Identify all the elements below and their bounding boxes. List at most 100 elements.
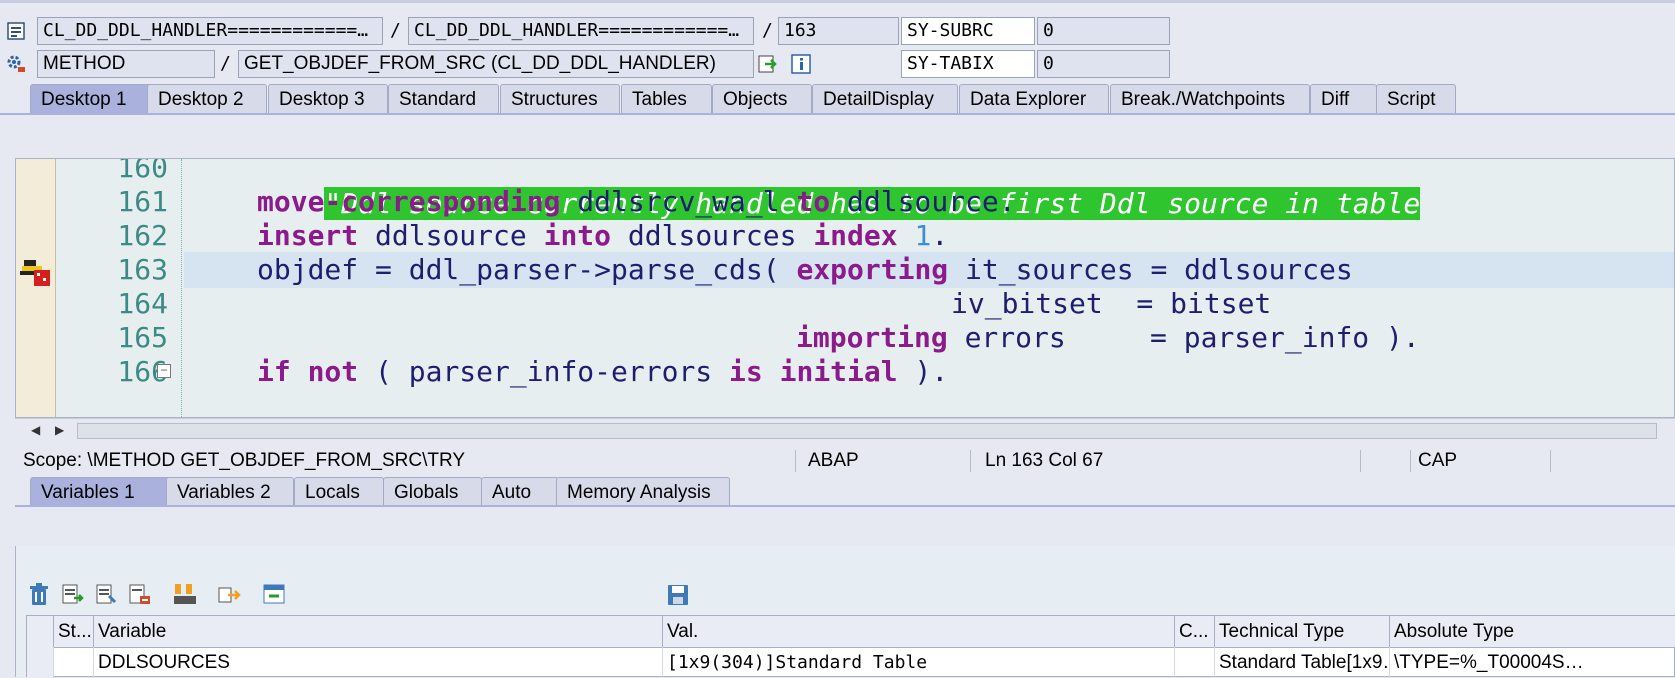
window-top-border [0,0,1675,3]
line-number: 164 [117,287,168,320]
variables-tab-underline [15,505,1675,507]
cell-value[interactable]: [1x9(304)]Standard Table [663,647,1175,678]
code-text: iv_bitset = bitset [951,287,1272,320]
sysvar-name-field[interactable]: SY-SUBRC [901,17,1035,45]
tab-data-explorer[interactable]: Data Explorer [959,84,1109,114]
cell-absolute-type[interactable]: \TYPE=%_T00004S… [1390,647,1675,678]
language-label: ABAP [808,450,859,471]
tab-memory-analysis[interactable]: Memory Analysis [556,477,730,507]
row-selector[interactable] [27,647,54,678]
code-text: ddlsrcv_wa_l [560,185,797,218]
cell-change [1175,647,1215,678]
line-number: 165 [117,321,168,354]
code-line-162: insert ddlsource into ddlsources index 1… [257,218,948,254]
code-text: ddlsources [611,219,814,252]
status-divider [970,450,971,472]
separator-slash: / [762,20,773,41]
column-header-technical-type[interactable]: Technical Type [1215,616,1390,647]
scope-label: Scope: \METHOD GET_OBJDEF_FROM_SRC\TRY [23,450,466,471]
breakpoint-gutter[interactable] [16,159,56,417]
code-text: ( parser_info-errors [358,355,730,388]
tab-script[interactable]: Script [1376,84,1456,114]
code-number: 1 [897,219,932,252]
event-field[interactable]: GET_OBJDEF_FROM_SRC (CL_DD_DDL_HANDLER) [238,50,754,78]
column-header-variable[interactable]: Variable [94,616,663,647]
status-divider [1360,450,1361,472]
tab-desktop-3[interactable]: Desktop 3 [268,84,388,114]
delete-row-icon[interactable] [127,582,153,608]
column-header-absolute-type[interactable]: Absolute Type [1390,616,1675,647]
source-code-editor[interactable]: 160 161 162 163 164 165 166 − "Ddl sourc… [15,158,1675,418]
import-export-icon[interactable] [172,582,198,608]
table-header: St... Variable Val. C... Technical Type … [27,616,1675,648]
column-header-status[interactable]: St... [54,616,94,647]
scroll-left-icon[interactable]: ◀ [31,423,40,437]
cursor-position-label: Ln 163 Col 67 [985,450,1104,471]
line-number: 160 [117,158,168,184]
code-text: ddlsource [358,219,544,252]
program-field[interactable]: CL_DD_DDL_HANDLER============… [37,17,383,45]
column-header-value[interactable]: Val. [663,616,1175,647]
collapse-block-toggle[interactable]: − [157,364,171,378]
scrollbar-track[interactable] [77,423,1657,439]
tab-detail-display[interactable]: DetailDisplay [812,84,958,114]
tab-desktop-2[interactable]: Desktop 2 [147,84,267,114]
separator-slash: / [220,53,231,74]
status-divider [795,450,796,472]
include-field[interactable]: CL_DD_DDL_HANDLER============… [408,17,754,45]
tab-tables[interactable]: Tables [621,84,712,114]
code-keyword: if not [257,355,359,388]
tab-variables-1[interactable]: Variables 1 [30,477,176,507]
tab-strip-underline [0,113,1675,115]
code-line-163: objdef = ddl_parser->parse_cds( exportin… [257,252,1353,288]
code-line-161: move-corresponding ddlsrcv_wa_l to ddlso… [257,184,1016,220]
code-text: . [931,219,949,252]
cell-status [54,647,94,678]
table-row[interactable]: DDLSOURCES [1x9(304)]Standard Table Stan… [27,647,1675,678]
event-type-field[interactable]: METHOD [37,50,215,78]
column-header-change[interactable]: C... [1175,616,1215,647]
horizontal-scrollbar[interactable]: ◀ ▶ [15,418,1675,443]
row-selector-header[interactable] [27,616,54,647]
code-line-164: iv_bitset = bitset [951,286,1271,322]
caps-lock-indicator: CAP [1418,450,1458,471]
status-divider [1550,450,1551,472]
tab-diff[interactable]: Diff [1310,84,1377,114]
editor-status-bar: Scope: \METHOD GET_OBJDEF_FROM_SRC\TRY A… [15,446,1675,476]
code-keyword: to [796,185,831,218]
event-gear-icon [7,55,25,72]
code-keyword: into [543,219,612,252]
tab-desktop-1[interactable]: Desktop 1 [30,84,166,114]
cell-technical-type[interactable]: Standard Table[1x9… [1215,647,1390,678]
code-text: ddlsource. [830,185,1016,218]
tab-standard[interactable]: Standard [388,84,499,114]
insert-variable-icon[interactable] [60,582,86,608]
tab-structures[interactable]: Structures [500,84,620,114]
tab-variables-2[interactable]: Variables 2 [166,477,294,507]
tab-break-watchpoints[interactable]: Break./Watchpoints [1110,84,1310,114]
line-number: 166 [117,355,168,388]
sysvar-name-field[interactable]: SY-TABIX [901,50,1035,78]
transfer-icon[interactable] [216,582,242,608]
separator-slash: / [390,20,401,41]
line-number-field[interactable]: 163 [778,17,899,45]
sysvar-value-field[interactable]: 0 [1037,50,1170,78]
tab-auto[interactable]: Auto [481,477,559,507]
tab-objects[interactable]: Objects [712,84,812,114]
status-divider [1410,450,1411,472]
scroll-right-icon[interactable]: ▶ [55,423,64,437]
code-text: objdef = ddl_parser->parse_cds( [257,253,797,286]
info-icon[interactable] [790,53,812,75]
append-variable-icon[interactable] [94,582,120,608]
navigate-to-source-icon[interactable] [757,53,779,75]
code-keyword: is initial [729,355,898,388]
tab-locals[interactable]: Locals [294,477,384,507]
tab-globals[interactable]: Globals [383,477,482,507]
code-line-165: importing errors = parser_info ). [796,320,1420,356]
delete-icon[interactable] [26,582,52,608]
save-icon[interactable] [665,582,691,608]
sysvar-value-field[interactable]: 0 [1037,17,1170,45]
load-variables-icon[interactable] [261,582,287,608]
cell-variable[interactable]: DDLSOURCES [94,647,663,678]
line-number-gutter: 160 161 162 163 164 165 166 [56,158,182,417]
